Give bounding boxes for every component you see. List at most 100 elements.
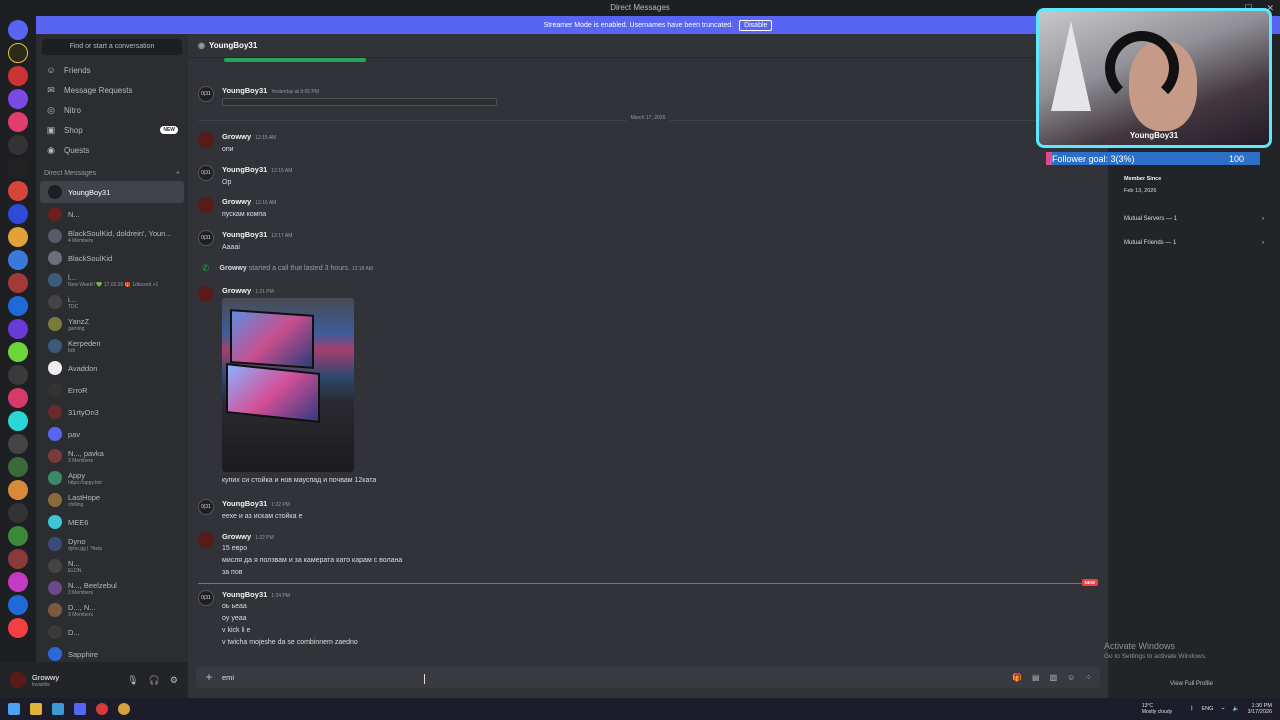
gif-icon[interactable]: ▤ — [1032, 673, 1040, 682]
dm-item[interactable]: BlackSoulKid — [40, 247, 184, 269]
server-icon[interactable] — [8, 204, 28, 224]
server-icon[interactable] — [8, 227, 28, 247]
message-author[interactable]: YoungBoy31 — [222, 86, 267, 95]
dm-item[interactable]: N..., Beelzebul 3 Members — [40, 577, 184, 599]
server-icon[interactable] — [8, 572, 28, 592]
dm-item[interactable]: pav — [40, 423, 184, 445]
dm-item[interactable]: N... — [40, 203, 184, 225]
apps-icon[interactable]: ⁘ — [1085, 673, 1092, 682]
dm-item[interactable]: Kerpeden brb — [40, 335, 184, 357]
message-author[interactable]: YoungBoy31 — [222, 590, 267, 599]
server-icon[interactable] — [8, 480, 28, 500]
image-attachment[interactable] — [222, 298, 354, 472]
server-icon[interactable] — [8, 135, 28, 155]
nav-message-requests[interactable]: ✉ Message Requests — [36, 80, 188, 100]
nav-quests[interactable]: ◉ Quests — [36, 140, 188, 160]
avatar[interactable]: 0|31 — [198, 165, 214, 181]
server-icon[interactable] — [8, 273, 28, 293]
bluetooth-icon[interactable]: ᛒ — [1190, 706, 1193, 712]
dm-item[interactable]: BlackSoulKid, doldrein', Youn... 4 Member… — [40, 225, 184, 247]
dm-item[interactable]: i... TDC — [40, 291, 184, 313]
disable-button[interactable]: Disable — [739, 19, 773, 31]
dm-item[interactable]: LastHope chilling — [40, 489, 184, 511]
avatar[interactable]: 0|31 — [198, 230, 214, 246]
server-icon[interactable] — [8, 158, 28, 178]
avatar[interactable] — [198, 197, 214, 213]
nav-friends[interactable]: ☺ Friends — [36, 60, 188, 80]
windows-start-icon[interactable] — [8, 703, 20, 715]
server-icon[interactable] — [8, 388, 28, 408]
nav-shop[interactable]: ▣ Shop NEW — [36, 120, 188, 140]
discord-taskbar-icon[interactable] — [74, 703, 86, 715]
server-icon[interactable] — [8, 342, 28, 362]
sticker-icon[interactable]: ▧ — [1050, 673, 1058, 682]
dm-item[interactable]: D... — [40, 621, 184, 643]
server-icon[interactable] — [8, 43, 28, 63]
dm-item[interactable]: YanzZ gaming — [40, 313, 184, 335]
mutual-friends-row[interactable]: Mutual Friends — 1 › — [1124, 240, 1264, 246]
avatar[interactable]: 0|31 — [198, 499, 214, 515]
headphones-icon[interactable]: 🎧 — [149, 675, 160, 686]
server-icon[interactable] — [8, 434, 28, 454]
chrome-icon[interactable] — [118, 703, 130, 715]
server-icon[interactable] — [8, 503, 28, 523]
server-icon[interactable] — [8, 250, 28, 270]
server-icon[interactable] — [8, 411, 28, 431]
avatar[interactable] — [198, 286, 214, 302]
dm-item[interactable]: Avaddon — [40, 357, 184, 379]
create-dm-icon[interactable]: + — [176, 170, 180, 177]
message-author[interactable]: Growwy — [222, 197, 251, 206]
avatar[interactable] — [10, 672, 26, 688]
dm-item[interactable]: l... New Week!! 💚 17.03.26 🎁 1discord +1 — [40, 269, 184, 291]
server-icon[interactable] — [8, 66, 28, 86]
avatar[interactable] — [198, 132, 214, 148]
server-icon[interactable] — [8, 112, 28, 132]
volume-icon[interactable]: 🔈 — [1233, 706, 1240, 712]
server-icon[interactable] — [8, 181, 28, 201]
dm-item[interactable]: N..., pavka 3 Members — [40, 445, 184, 467]
nav-nitro[interactable]: ◎ Nitro — [36, 100, 188, 120]
server-icon[interactable] — [8, 296, 28, 316]
network-icon[interactable]: ⌁ — [1221, 706, 1224, 712]
app-icon[interactable] — [52, 703, 64, 715]
dm-item[interactable]: Appy https://appy.bot — [40, 467, 184, 489]
link-embed[interactable] — [222, 98, 497, 106]
find-conversation-button[interactable]: Find or start a conversation — [42, 39, 182, 55]
message-author[interactable]: Growwy — [222, 532, 251, 541]
message-author[interactable]: YoungBoy31 — [222, 165, 267, 174]
mutual-servers-row[interactable]: Mutual Servers — 1 › — [1124, 216, 1264, 222]
browser-icon[interactable] — [96, 703, 108, 715]
view-full-profile-link[interactable]: View Full Profile — [1170, 681, 1213, 687]
server-icon[interactable] — [8, 365, 28, 385]
message-author[interactable]: YoungBoy31 — [222, 230, 267, 239]
message-author[interactable]: Growwy — [222, 286, 251, 295]
clock[interactable]: 1:30 PM 3/17/2026 — [1248, 703, 1272, 715]
server-icon[interactable] — [8, 526, 28, 546]
dm-item[interactable]: ErroR — [40, 379, 184, 401]
language-indicator[interactable]: ENG — [1201, 706, 1213, 712]
dm-item[interactable]: N... ELDN — [40, 555, 184, 577]
message-input[interactable]: + emi 🎁 ▤ ▧ ☺ ⁘ — [196, 666, 1100, 688]
weather-widget[interactable]: 13°C Mostly cloudy — [1142, 703, 1172, 715]
avatar[interactable]: 0|31 — [198, 86, 214, 102]
server-icon[interactable] — [8, 595, 28, 615]
mic-icon[interactable]: 🎙 — [127, 675, 138, 686]
server-icon[interactable] — [8, 549, 28, 569]
attach-plus-icon[interactable]: + — [196, 670, 222, 684]
server-icon[interactable] — [8, 319, 28, 339]
server-icon[interactable] — [8, 618, 28, 638]
dm-item[interactable]: Dyno dyno.gg | ?help — [40, 533, 184, 555]
message-author[interactable]: Growwy — [222, 132, 251, 141]
gear-icon[interactable]: ⚙ — [170, 675, 178, 686]
avatar[interactable]: 0|31 — [198, 590, 214, 606]
dm-item[interactable]: YoungBoy31 — [40, 181, 184, 203]
discord-home-icon[interactable] — [8, 20, 28, 40]
dm-item[interactable]: MEE6 — [40, 511, 184, 533]
dm-item[interactable]: 31rtyOn3 — [40, 401, 184, 423]
call-caller[interactable]: Growwy — [220, 265, 247, 272]
dm-item[interactable]: D..., N... 3 Members — [40, 599, 184, 621]
message-input-value[interactable]: emi — [222, 673, 234, 682]
server-icon[interactable] — [8, 457, 28, 477]
file-explorer-icon[interactable] — [30, 703, 42, 715]
avatar[interactable] — [198, 532, 214, 548]
